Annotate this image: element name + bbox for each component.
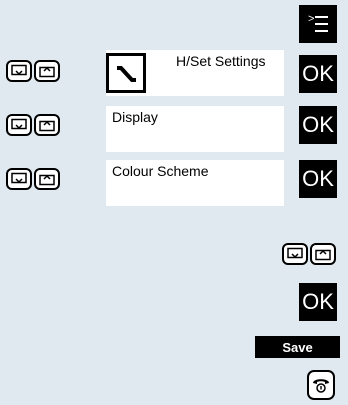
nav-down-icon: [11, 64, 27, 76]
menu-item-hset-settings: H/Set Settings: [106, 50, 284, 96]
menu-item-label: Display: [112, 109, 158, 125]
nav-up-icon: [315, 249, 331, 261]
ok-button[interactable]: OK: [299, 106, 337, 144]
nav-up-button[interactable]: [34, 60, 60, 82]
nav-down-button[interactable]: [6, 60, 32, 82]
nav-up-button[interactable]: [34, 114, 60, 136]
nav-up-icon: [39, 120, 55, 132]
nav-down-button[interactable]: [282, 243, 308, 265]
nav-up-icon: [39, 66, 55, 78]
menu-item-display: Display: [106, 106, 284, 152]
save-button[interactable]: Save: [255, 336, 340, 358]
ok-button[interactable]: OK: [299, 55, 337, 93]
end-call-icon: [313, 379, 329, 393]
menu-key-icon: >: [308, 13, 328, 32]
menu-key-button[interactable]: >: [299, 5, 337, 43]
nav-down-icon: [287, 247, 303, 259]
nav-down-icon: [11, 172, 27, 184]
nav-up-icon: [39, 174, 55, 186]
nav-down-button[interactable]: [6, 168, 32, 190]
ok-button[interactable]: OK: [299, 283, 337, 321]
menu-item-colour-scheme: Colour Scheme: [106, 160, 284, 206]
menu-item-label: Colour Scheme: [112, 163, 209, 179]
nav-up-button[interactable]: [310, 243, 336, 265]
ok-button[interactable]: OK: [299, 160, 337, 198]
end-call-button[interactable]: [307, 370, 335, 400]
nav-up-button[interactable]: [34, 168, 60, 190]
wrench-icon: [106, 53, 146, 93]
nav-down-icon: [11, 118, 27, 130]
nav-down-button[interactable]: [6, 114, 32, 136]
menu-item-label: H/Set Settings: [176, 53, 266, 69]
svg-text:>: >: [308, 13, 314, 25]
